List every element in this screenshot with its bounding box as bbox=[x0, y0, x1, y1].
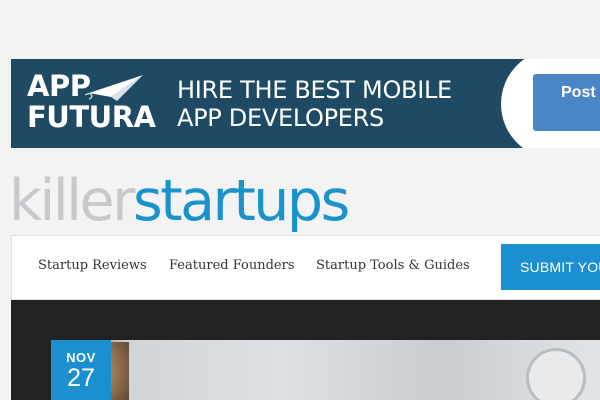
nav-item-startup-tools-guides[interactable]: Startup Tools & Guides bbox=[316, 258, 470, 273]
ad-headline: HIRE THE BEST MOBILE APP DEVELOPERS bbox=[177, 76, 452, 132]
main-nav: Startup Reviews Featured Founders Startu… bbox=[11, 235, 600, 300]
submit-startup-button[interactable]: SUBMIT YOUR bbox=[501, 244, 600, 290]
ad-post-button[interactable]: Post bbox=[533, 74, 600, 131]
featured-post-image-clock bbox=[526, 348, 586, 400]
paper-plane-icon bbox=[84, 75, 143, 101]
nav-item-startup-reviews[interactable]: Startup Reviews bbox=[38, 258, 147, 273]
featured-post-image bbox=[66, 340, 600, 400]
ad-headline-line1: HIRE THE BEST MOBILE bbox=[177, 76, 452, 104]
date-month: NOV bbox=[66, 350, 96, 365]
site-logo-part1: killer bbox=[9, 168, 136, 234]
site-logo-part2: startups bbox=[133, 168, 350, 234]
ad-logo: APP FUTURA bbox=[27, 71, 156, 137]
ad-logo-line2: FUTURA bbox=[27, 100, 156, 134]
featured-post[interactable]: NOV 27 bbox=[11, 300, 600, 400]
ad-headline-line2: APP DEVELOPERS bbox=[177, 104, 384, 132]
nav-item-featured-founders[interactable]: Featured Founders bbox=[169, 258, 295, 273]
site-logo[interactable]: killerstartups bbox=[9, 168, 350, 234]
date-badge: NOV 27 bbox=[51, 340, 111, 400]
date-day: 27 bbox=[67, 364, 95, 392]
ad-banner[interactable]: APP FUTURA HIRE THE BEST MOBILE APP DEVE… bbox=[11, 59, 600, 148]
